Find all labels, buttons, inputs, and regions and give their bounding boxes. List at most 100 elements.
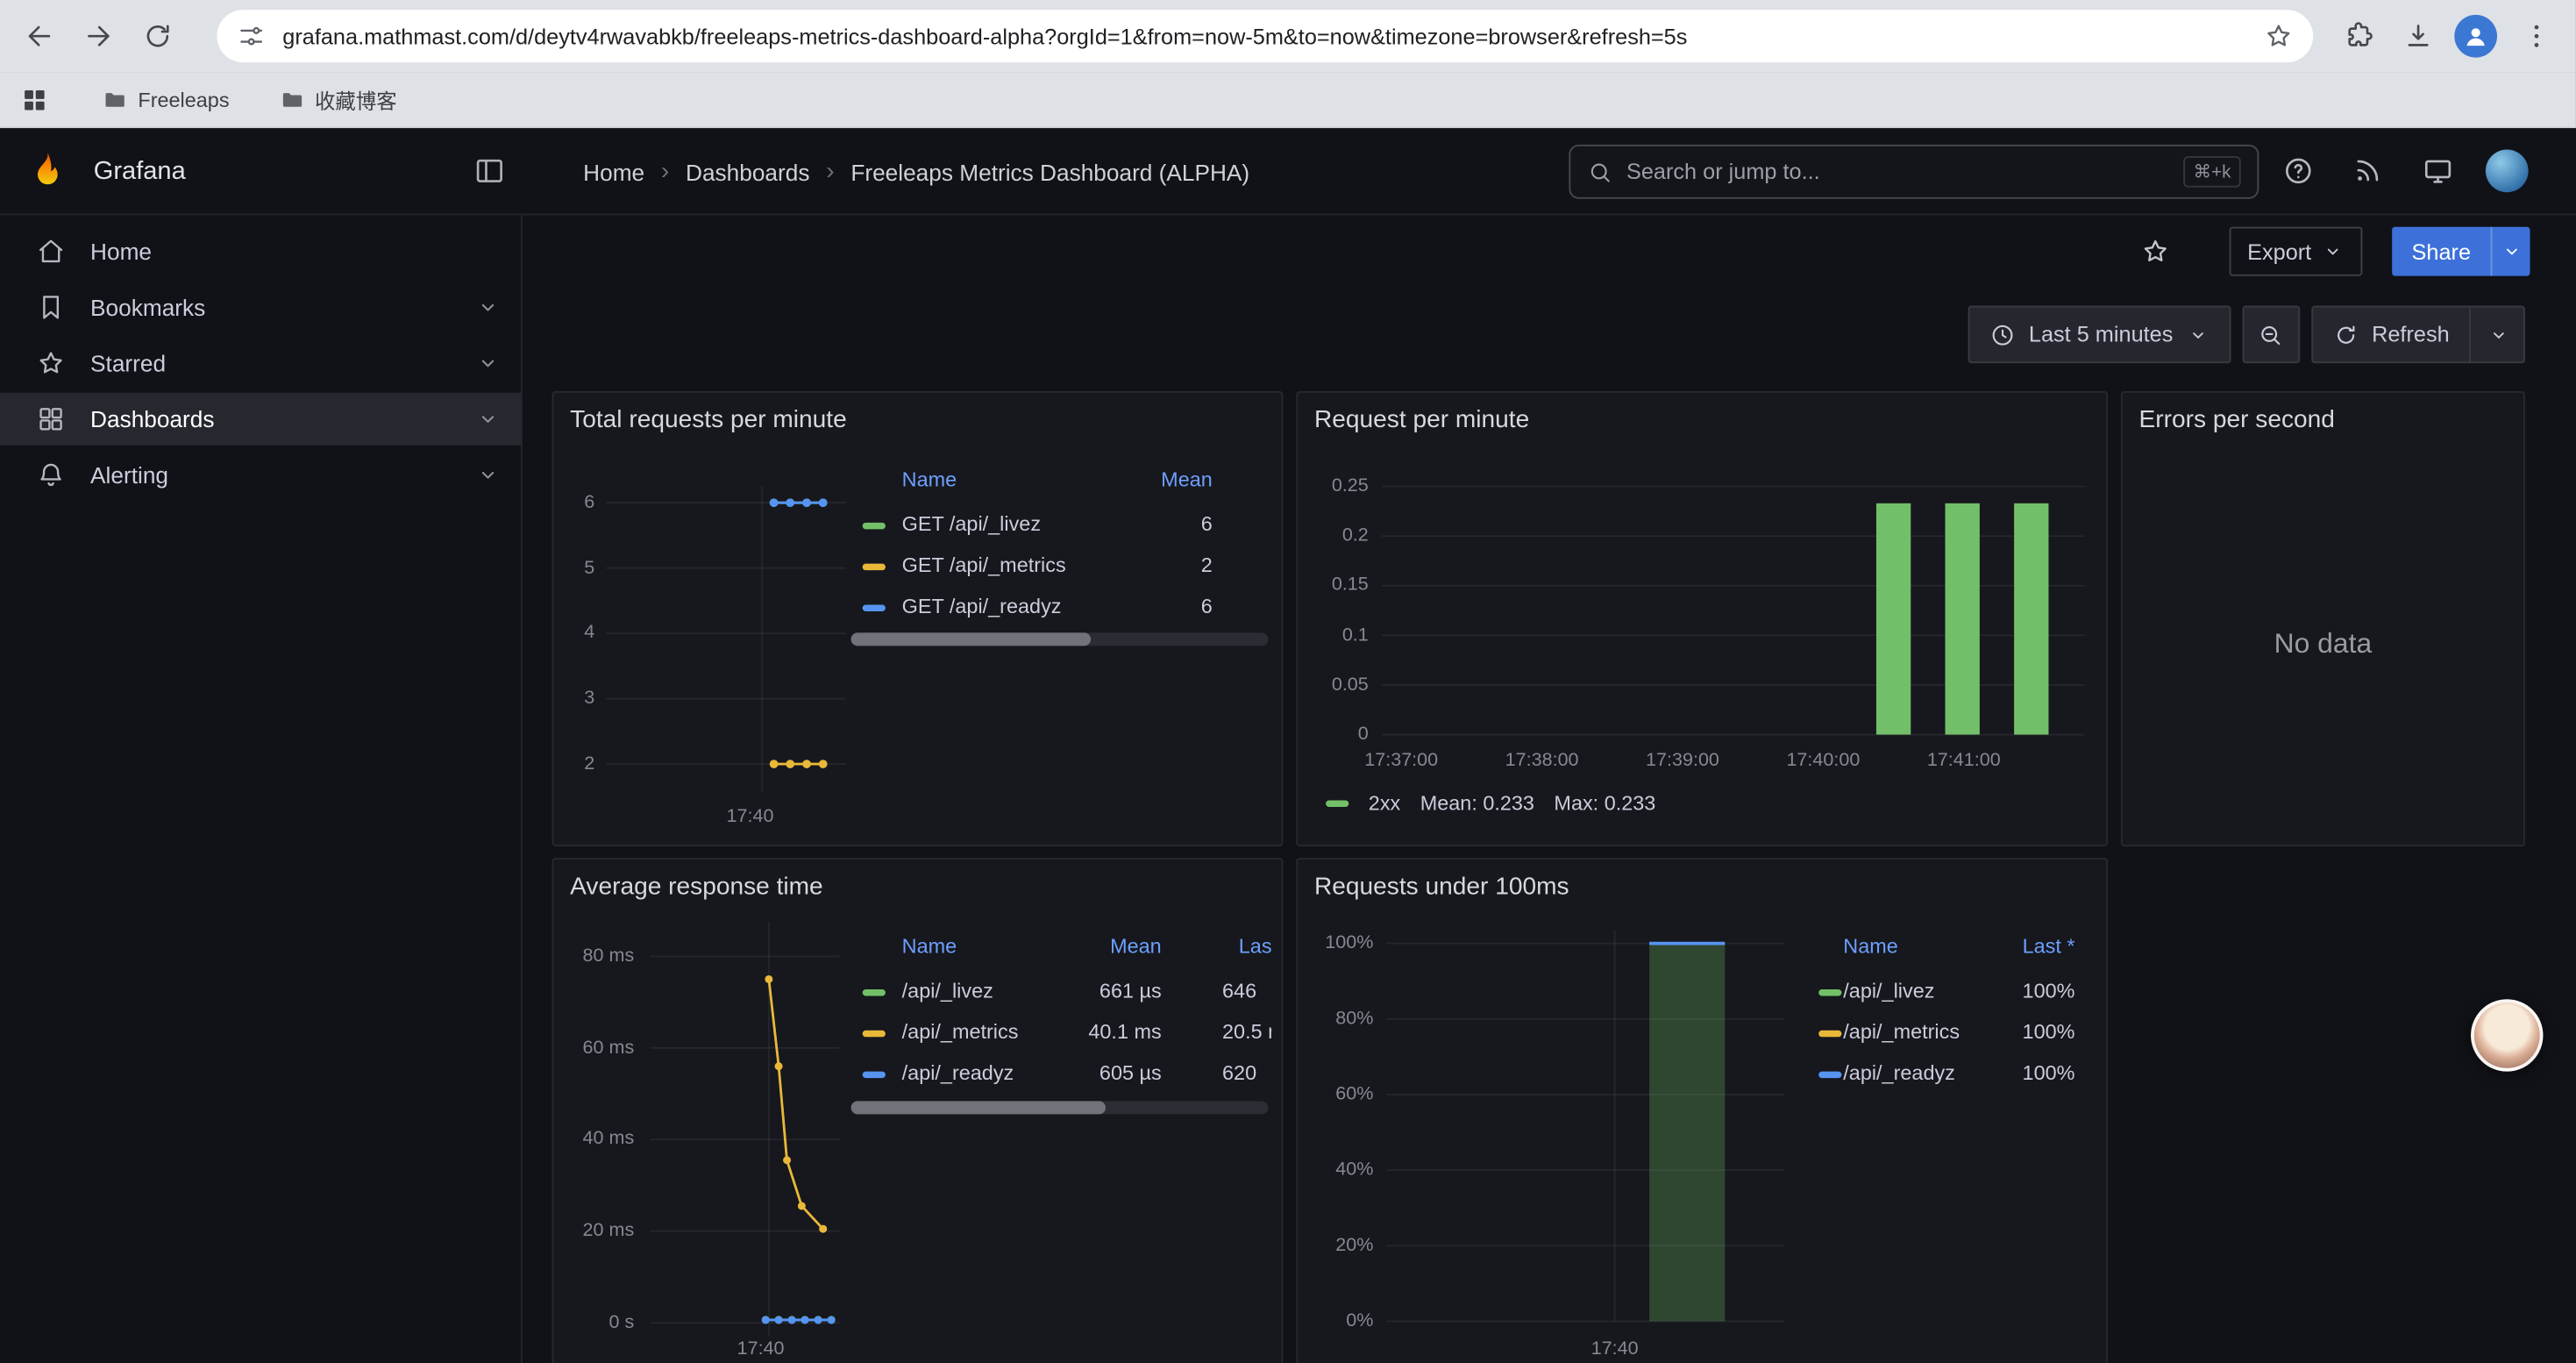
grafana-profile-avatar[interactable] xyxy=(2486,150,2529,193)
breadcrumb-item[interactable]: Freeleaps Metrics Dashboard (ALPHA) xyxy=(850,159,1249,185)
legend-swatch[interactable] xyxy=(863,989,886,995)
legend-header[interactable]: Las xyxy=(1239,931,1272,961)
divider xyxy=(2469,306,2471,364)
refresh-button[interactable]: Refresh xyxy=(2311,306,2525,364)
x-axis-label: 17:39:00 xyxy=(1625,749,1740,772)
chevron-down-icon[interactable] xyxy=(474,294,501,320)
breadcrumb-item[interactable]: Dashboards xyxy=(686,159,809,185)
sidebar-item-home[interactable]: Home xyxy=(0,225,521,278)
legend-swatch xyxy=(1326,800,1348,806)
requests-under-100ms-chart xyxy=(1386,931,1783,1322)
panel-title[interactable]: Total requests per minute xyxy=(570,406,847,434)
sidebar-item-dashboards[interactable]: Dashboards xyxy=(0,393,521,446)
legend-swatch[interactable] xyxy=(1818,1031,1841,1037)
apps-icon xyxy=(36,404,66,434)
apps-grid-icon[interactable] xyxy=(19,84,49,114)
panel-title[interactable]: Errors per second xyxy=(2139,406,2335,434)
bookmark-item[interactable]: Freeleaps xyxy=(102,86,229,112)
total-requests-chart xyxy=(606,487,846,793)
export-button[interactable]: Export xyxy=(2229,227,2362,276)
chevron-down-icon[interactable] xyxy=(474,350,501,376)
chevron-down-icon[interactable] xyxy=(474,406,501,432)
favorite-star-icon[interactable] xyxy=(2140,237,2170,267)
legend-scrollbar-thumb[interactable] xyxy=(851,1101,1106,1114)
legend-scrollbar[interactable] xyxy=(851,632,1269,646)
search-input[interactable] xyxy=(1626,160,2170,184)
app-name: Grafana xyxy=(94,128,186,215)
bookmark-item[interactable]: 收藏博客 xyxy=(279,84,397,116)
clock-icon xyxy=(1989,321,2016,347)
legend-swatch[interactable] xyxy=(863,1031,886,1037)
refresh-icon xyxy=(2332,321,2359,347)
kiosk-monitor-icon[interactable] xyxy=(2422,154,2454,187)
sidebar-item-label: Dashboards xyxy=(90,406,450,432)
legend-scrollbar[interactable] xyxy=(851,1101,1269,1114)
url-bar[interactable]: grafana.mathmast.com/d/deytv4rwavabkb/fr… xyxy=(217,10,2313,62)
legend-value: 100% xyxy=(1845,1019,2074,1047)
help-icon[interactable] xyxy=(2282,154,2315,187)
browser-profile-avatar[interactable] xyxy=(2454,15,2497,58)
share-label[interactable]: Share xyxy=(2392,227,2490,276)
grafana-logo[interactable] xyxy=(26,150,69,193)
panel-requests-under-100ms: Requests under 100ms 100%80%60%40%20%0%1… xyxy=(1296,858,2108,1363)
chevron-down-icon[interactable] xyxy=(2487,323,2510,346)
y-axis-label: 80 ms xyxy=(553,945,634,967)
bookmark-label: 收藏博客 xyxy=(315,84,397,116)
floating-avatar[interactable] xyxy=(2471,999,2543,1071)
y-axis-label: 0.15 xyxy=(1298,574,1369,597)
legend-header[interactable]: Mean xyxy=(931,931,1161,961)
search-box[interactable]: ⌘+k xyxy=(1569,145,2259,199)
panel-request-per-minute: Request per minute 2xx Mean: 0.233 Max: … xyxy=(1296,391,2108,846)
panel-title[interactable]: Request per minute xyxy=(1314,406,1529,434)
y-axis-label: 0 s xyxy=(553,1311,634,1334)
sidebar-toggle-icon[interactable] xyxy=(473,154,506,187)
y-axis-label: 4 xyxy=(553,622,594,645)
reload-button[interactable] xyxy=(135,13,181,59)
site-settings-icon[interactable] xyxy=(237,21,267,51)
chevron-down-icon xyxy=(2321,240,2344,263)
y-axis-label: 6 xyxy=(553,491,594,514)
y-axis-label: 0 xyxy=(1298,723,1369,746)
y-axis-label: 0.05 xyxy=(1298,674,1369,696)
legend-value: 100% xyxy=(1845,978,2074,1006)
legend-value: 2 xyxy=(982,553,1212,581)
share-menu-button[interactable] xyxy=(2491,227,2530,276)
sidebar-item-bookmarks[interactable]: Bookmarks xyxy=(0,281,521,333)
legend-swatch[interactable] xyxy=(1818,1072,1841,1078)
y-axis-label: 2 xyxy=(553,753,594,775)
legend-value: 6 xyxy=(982,593,1212,621)
sidebar-item-alerting[interactable]: Alerting xyxy=(0,449,521,502)
legend-header[interactable]: Name xyxy=(902,465,957,495)
extensions-button[interactable] xyxy=(2336,13,2381,59)
panel-legend[interactable]: 2xx Mean: 0.233 Max: 0.233 xyxy=(1326,792,1655,815)
url-text[interactable]: grafana.mathmast.com/d/deytv4rwavabkb/fr… xyxy=(282,24,2247,48)
export-label: Export xyxy=(2247,239,2311,264)
share-button[interactable]: Share xyxy=(2392,227,2530,276)
news-rss-icon[interactable] xyxy=(2351,154,2383,187)
legend-swatch[interactable] xyxy=(863,564,886,570)
bookmark-star-icon[interactable] xyxy=(2264,21,2294,51)
downloads-button[interactable] xyxy=(2395,13,2441,59)
time-range-label: Last 5 minutes xyxy=(2029,322,2174,346)
y-axis-label: 5 xyxy=(553,557,594,580)
panel-title[interactable]: Average response time xyxy=(570,873,823,901)
legend-scrollbar-thumb[interactable] xyxy=(851,632,1092,646)
zoom-out-button[interactable] xyxy=(2242,306,2300,364)
legend-header[interactable]: Mean xyxy=(982,465,1212,495)
legend-swatch[interactable] xyxy=(1818,989,1841,995)
legend-header[interactable]: Last * xyxy=(1845,931,2074,961)
legend-series-name[interactable]: 2xx xyxy=(1369,792,1400,815)
forward-button[interactable] xyxy=(75,13,121,59)
legend-swatch[interactable] xyxy=(863,1072,886,1078)
chevron-down-icon[interactable] xyxy=(474,462,501,489)
dashboard-actions: Export Share xyxy=(2140,227,2530,276)
back-button[interactable] xyxy=(17,13,62,59)
legend-swatch[interactable] xyxy=(863,605,886,611)
browser-menu-button[interactable] xyxy=(2514,13,2559,59)
panel-total-requests: Total requests per minute 6543217:40Name… xyxy=(552,391,1284,846)
breadcrumb-item[interactable]: Home xyxy=(583,159,644,185)
time-range-picker[interactable]: Last 5 minutes xyxy=(1968,306,2231,364)
panel-title[interactable]: Requests under 100ms xyxy=(1314,873,1569,901)
sidebar-item-starred[interactable]: Starred xyxy=(0,337,521,389)
legend-swatch[interactable] xyxy=(863,523,886,529)
